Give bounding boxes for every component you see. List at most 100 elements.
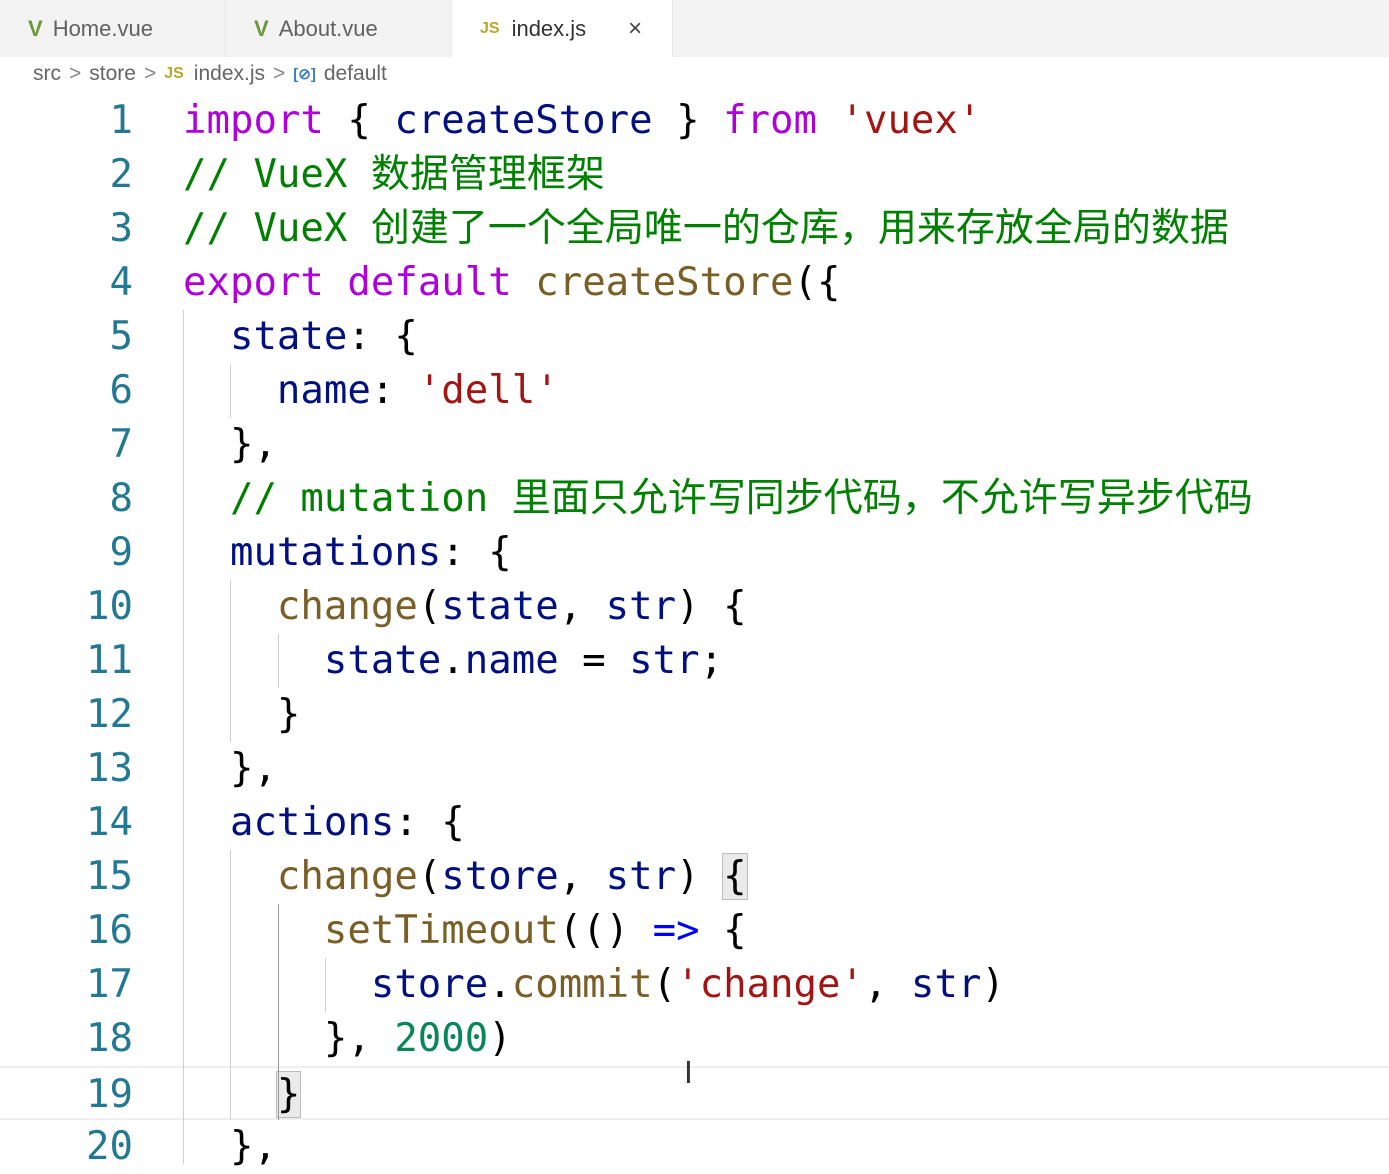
tab-label: index.js bbox=[511, 15, 587, 41]
code-token: // mutation 里面只允许写同步代码，不允许写异步代码 bbox=[183, 476, 1253, 521]
close-icon[interactable]: × bbox=[628, 15, 642, 43]
tab-index-js[interactable]: JS index.js × bbox=[452, 0, 673, 57]
code-line[interactable]: 13 }, bbox=[0, 742, 1389, 796]
code-line[interactable]: 11 state.name = str; bbox=[0, 634, 1389, 688]
line-number: 7 bbox=[109, 422, 133, 467]
code-text: state: { bbox=[183, 310, 418, 364]
line-number: 1 bbox=[109, 98, 133, 143]
code-line[interactable]: 20 }, bbox=[0, 1120, 1389, 1174]
code-token: }, bbox=[183, 1124, 277, 1169]
line-number: 10 bbox=[86, 584, 133, 629]
code-line[interactable]: 16 setTimeout(() => { bbox=[0, 904, 1389, 958]
code-token: name bbox=[276, 368, 371, 413]
code-token: ; bbox=[699, 638, 724, 683]
breadcrumb-store[interactable]: store bbox=[89, 62, 136, 86]
code-token: } bbox=[275, 1071, 302, 1118]
code-editor[interactable]: 1 import { createStore } from 'vuex' 2 // V… bbox=[0, 94, 1389, 1174]
code-line[interactable]: 17 store.commit('change', str) bbox=[0, 958, 1389, 1012]
code-token: // VueX 创建了一个全局唯一的仓库，用来存放全局的数据 bbox=[183, 206, 1229, 251]
code-token: , bbox=[863, 962, 911, 1007]
vue-icon: V bbox=[28, 15, 43, 41]
code-line[interactable]: 3 // VueX 创建了一个全局唯一的仓库，用来存放全局的数据 bbox=[0, 202, 1389, 256]
code-token: . bbox=[441, 638, 465, 683]
code-token: ( bbox=[652, 962, 677, 1007]
code-line[interactable]: 18 }, 2000) bbox=[0, 1012, 1389, 1066]
code-text: name: 'dell' bbox=[183, 364, 559, 418]
code-token: store bbox=[370, 962, 489, 1007]
code-token: str bbox=[605, 854, 677, 899]
code-token: ) bbox=[981, 962, 1005, 1007]
code-line[interactable]: 15 change(store, str) { bbox=[0, 850, 1389, 904]
code-line[interactable]: 2 // VueX 数据管理框架 bbox=[0, 148, 1389, 202]
line-number: 8 bbox=[109, 476, 133, 521]
code-line[interactable]: 19 } bbox=[0, 1066, 1389, 1120]
code-token: ) bbox=[488, 1016, 512, 1061]
code-token: str bbox=[629, 638, 700, 683]
code-line[interactable]: 14 actions: { bbox=[0, 796, 1389, 850]
code-token: => bbox=[652, 908, 700, 953]
tab-label: Home.vue bbox=[52, 15, 153, 41]
chevron-right-icon: > bbox=[273, 62, 286, 85]
code-token: ( bbox=[417, 584, 442, 629]
code-line[interactable]: 8 // mutation 里面只允许写同步代码，不允许写异步代码 bbox=[0, 472, 1389, 526]
tab-label: About.vue bbox=[278, 15, 378, 41]
code-line[interactable]: 10 change(state, str) { bbox=[0, 580, 1389, 634]
tab-home-vue[interactable]: V Home.vue bbox=[0, 0, 226, 57]
code-token: ) bbox=[676, 854, 724, 899]
code-text: change(store, str) { bbox=[183, 850, 748, 904]
js-icon: JS bbox=[164, 65, 184, 82]
code-text: } bbox=[183, 688, 301, 742]
breadcrumb-src[interactable]: src bbox=[33, 62, 61, 86]
tab-about-vue[interactable]: V About.vue bbox=[226, 0, 452, 57]
code-token: } bbox=[183, 692, 301, 737]
code-token: createStore bbox=[535, 260, 794, 305]
code-token: , bbox=[558, 584, 606, 629]
chevron-right-icon: > bbox=[69, 62, 82, 85]
line-number: 16 bbox=[86, 908, 133, 953]
line-number: 15 bbox=[86, 854, 133, 899]
code-token: str bbox=[605, 584, 677, 629]
code-text: // VueX 数据管理框架 bbox=[183, 148, 605, 202]
code-line[interactable]: 6 name: 'dell' bbox=[0, 364, 1389, 418]
code-line[interactable]: 5 state: { bbox=[0, 310, 1389, 364]
code-text: state.name = str; bbox=[183, 634, 723, 688]
indent-guide bbox=[230, 580, 231, 742]
code-token: default bbox=[347, 260, 512, 305]
code-token: , bbox=[558, 854, 606, 899]
breadcrumb-symbol[interactable]: default bbox=[324, 62, 387, 86]
code-token: : bbox=[370, 368, 418, 413]
code-token: : { bbox=[347, 314, 418, 359]
indent-guide bbox=[278, 634, 279, 688]
line-number: 12 bbox=[86, 692, 133, 737]
code-line[interactable]: 12 } bbox=[0, 688, 1389, 742]
line-number: 13 bbox=[86, 746, 133, 791]
code-token: store bbox=[441, 854, 559, 899]
code-token: import bbox=[183, 98, 324, 143]
code-line[interactable]: 4 export default createStore({ bbox=[0, 256, 1389, 310]
code-token: ( bbox=[417, 854, 442, 899]
breadcrumb-file[interactable]: index.js bbox=[194, 62, 265, 86]
breadcrumb: src > store > JS index.js > [⊘] default bbox=[33, 62, 387, 86]
code-text: export default createStore({ bbox=[183, 256, 840, 310]
code-text: }, bbox=[183, 1120, 277, 1174]
code-token: ({ bbox=[793, 260, 841, 305]
code-line[interactable]: 9 mutations: { bbox=[0, 526, 1389, 580]
code-line[interactable]: 1 import { createStore } from 'vuex' bbox=[0, 94, 1389, 148]
line-number: 6 bbox=[109, 368, 133, 413]
code-line[interactable]: 7 }, bbox=[0, 418, 1389, 472]
code-token: 'vuex' bbox=[840, 98, 982, 143]
code-token: // VueX 数据管理框架 bbox=[183, 152, 605, 197]
code-token: }, bbox=[183, 746, 277, 791]
code-token: (() bbox=[558, 908, 653, 953]
code-text: // mutation 里面只允许写同步代码，不允许写异步代码 bbox=[183, 472, 1253, 526]
code-token: state bbox=[441, 584, 559, 629]
code-token: } bbox=[652, 98, 724, 143]
tab-bar: V Home.vue V About.vue JS index.js × bbox=[0, 0, 1389, 57]
